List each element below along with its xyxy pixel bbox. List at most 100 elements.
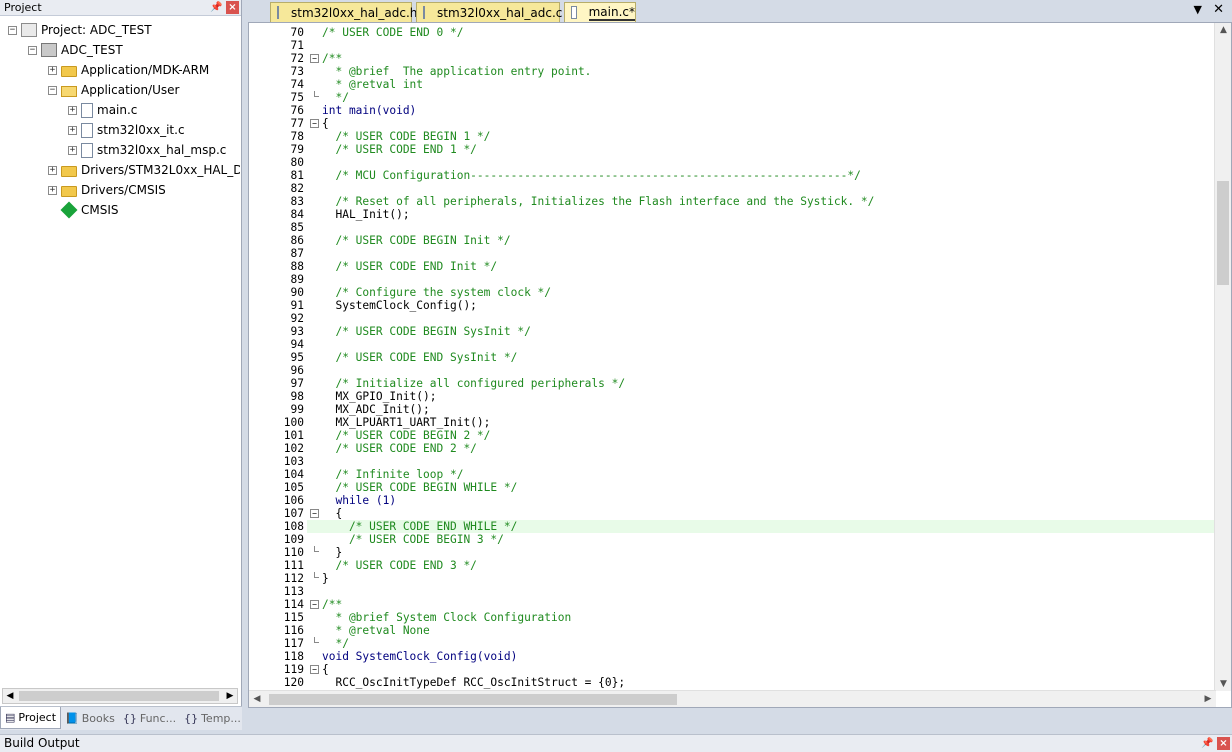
editor-tab[interactable]: main.c* — [564, 2, 636, 22]
scroll-thumb[interactable] — [1217, 181, 1229, 285]
code-line[interactable] — [307, 39, 1214, 52]
collapse-icon[interactable]: − — [48, 85, 57, 95]
scroll-left-icon[interactable]: ◀ — [249, 691, 265, 707]
code-line[interactable] — [307, 247, 1214, 260]
chevron-down-icon[interactable]: ▼ — [1194, 3, 1202, 16]
code-line[interactable]: /* USER CODE END 3 */ — [307, 559, 1214, 572]
code-line[interactable] — [307, 585, 1214, 598]
collapse-icon[interactable]: − — [8, 25, 17, 35]
code-line[interactable]: −/** — [307, 598, 1214, 611]
build-output-bar[interactable]: Build Output 📌 × — [0, 734, 1232, 752]
code-line[interactable]: } — [307, 572, 1214, 585]
code-line[interactable]: −{ — [307, 117, 1214, 130]
code-line[interactable] — [307, 273, 1214, 286]
code-line[interactable]: /* USER CODE END 2 */ — [307, 442, 1214, 455]
code-line[interactable]: −/** — [307, 52, 1214, 65]
code-line[interactable]: * @retval None — [307, 624, 1214, 637]
code-line[interactable] — [307, 156, 1214, 169]
tree-item[interactable]: − ADC_TEST — [28, 40, 123, 60]
code-line[interactable]: − { — [307, 507, 1214, 520]
close-icon[interactable]: × — [1217, 737, 1230, 750]
tree-item[interactable]: − Project: ADC_TEST — [8, 20, 152, 40]
code-line[interactable]: /* USER CODE BEGIN SysInit */ — [307, 325, 1214, 338]
code-line[interactable]: * @brief The application entry point. — [307, 65, 1214, 78]
scroll-up-icon[interactable]: ▲ — [1215, 23, 1231, 37]
code-line[interactable]: /* Reset of all peripherals, Initializes… — [307, 195, 1214, 208]
code-line[interactable]: * @brief System Clock Configuration — [307, 611, 1214, 624]
code-line[interactable]: /* USER CODE BEGIN 3 */ — [307, 533, 1214, 546]
fold-toggle-icon[interactable]: − — [310, 665, 319, 674]
scroll-thumb[interactable] — [19, 691, 219, 701]
scroll-right-icon[interactable]: ▶ — [223, 690, 237, 702]
code-line[interactable]: MX_ADC_Init(); — [307, 403, 1214, 416]
code-line[interactable]: */ — [307, 637, 1214, 650]
tree-item[interactable]: CMSIS — [48, 200, 119, 220]
editor-tab[interactable]: stm32l0xx_hal_adc.c — [416, 2, 562, 22]
close-icon[interactable]: ✕ — [1213, 2, 1224, 17]
code-line[interactable] — [307, 455, 1214, 468]
code-line[interactable]: SystemClock_Config(); — [307, 299, 1214, 312]
collapse-icon[interactable]: − — [28, 45, 37, 55]
expand-icon[interactable]: + — [48, 165, 57, 175]
code-line[interactable]: −{ — [307, 663, 1214, 676]
panel-tab-func[interactable]: {} Func... — [119, 707, 180, 729]
panel-tab-books[interactable]: 📘 Books — [61, 707, 119, 729]
code-line[interactable] — [307, 182, 1214, 195]
code-line[interactable]: /* USER CODE END WHILE */ — [307, 520, 1214, 533]
panel-tab-project[interactable]: ▤ Project — [0, 707, 62, 729]
tree-item[interactable]: − Application/User — [48, 80, 179, 100]
code-line[interactable]: /* USER CODE BEGIN Init */ — [307, 234, 1214, 247]
expand-icon[interactable]: + — [68, 125, 77, 135]
code-line[interactable] — [307, 312, 1214, 325]
scroll-down-icon[interactable]: ▼ — [1215, 677, 1231, 691]
scroll-left-icon[interactable]: ◀ — [3, 690, 17, 702]
fold-toggle-icon[interactable]: − — [310, 54, 319, 63]
expand-icon[interactable]: + — [68, 105, 77, 115]
code-editor[interactable]: 70 71 72 73 74 75 76 77 78 79 80 81 82 83 84 85 86 87 88 89… — [248, 22, 1232, 708]
code-line[interactable]: * @retval int — [307, 78, 1214, 91]
tree-item[interactable]: + main.c — [68, 100, 137, 120]
editor-horizontal-scrollbar[interactable]: ◀ ▶ — [249, 690, 1216, 707]
pin-icon[interactable]: 📌 — [1201, 737, 1213, 750]
fold-toggle-icon[interactable]: − — [310, 119, 319, 128]
code-line[interactable]: RCC_OscInitTypeDef RCC_OscInitStruct = {… — [307, 676, 1214, 689]
code-line[interactable]: */ — [307, 91, 1214, 104]
code-line[interactable]: MX_GPIO_Init(); — [307, 390, 1214, 403]
expand-icon[interactable]: + — [48, 65, 57, 75]
fold-toggle-icon[interactable]: − — [310, 600, 319, 609]
tree-item[interactable]: + Drivers/STM32L0xx_HAL_Driv — [48, 160, 240, 180]
code-line[interactable]: /* USER CODE END 0 */ — [307, 26, 1214, 39]
code-area[interactable]: /* USER CODE END 0 */ −/** * @brief The a… — [307, 23, 1214, 707]
code-line[interactable]: HAL_Init(); — [307, 208, 1214, 221]
tree-item[interactable]: + stm32l0xx_hal_msp.c — [68, 140, 226, 160]
code-line[interactable]: /* Configure the system clock */ — [307, 286, 1214, 299]
code-line[interactable]: /* USER CODE END 1 */ — [307, 143, 1214, 156]
code-line[interactable]: /* USER CODE BEGIN 1 */ — [307, 130, 1214, 143]
code-line[interactable]: /* USER CODE END SysInit */ — [307, 351, 1214, 364]
code-line[interactable]: while (1) — [307, 494, 1214, 507]
code-line[interactable]: /* USER CODE BEGIN WHILE */ — [307, 481, 1214, 494]
code-line[interactable]: MX_LPUART1_UART_Init(); — [307, 416, 1214, 429]
code-line[interactable]: /* MCU Configuration--------------------… — [307, 169, 1214, 182]
code-line[interactable]: /* Infinite loop */ — [307, 468, 1214, 481]
scroll-thumb[interactable] — [269, 694, 677, 705]
code-line[interactable]: void SystemClock_Config(void) — [307, 650, 1214, 663]
editor-vertical-scrollbar[interactable]: ▲ ▼ — [1214, 23, 1231, 691]
pin-icon[interactable]: 📌 — [210, 1, 222, 14]
tree-item[interactable]: + Drivers/CMSIS — [48, 180, 166, 200]
fold-toggle-icon[interactable]: − — [310, 509, 319, 518]
expand-icon[interactable]: + — [68, 145, 77, 155]
tree-item[interactable]: + stm32l0xx_it.c — [68, 120, 185, 140]
code-line[interactable]: int main(void) — [307, 104, 1214, 117]
code-line[interactable]: /* USER CODE BEGIN 2 */ — [307, 429, 1214, 442]
code-line[interactable] — [307, 364, 1214, 377]
code-line[interactable]: /* USER CODE END Init */ — [307, 260, 1214, 273]
close-icon[interactable]: × — [226, 1, 239, 14]
code-line[interactable]: /* Initialize all configured peripherals… — [307, 377, 1214, 390]
panel-tab-temp[interactable]: {} Temp... — [180, 707, 245, 729]
expand-icon[interactable]: + — [48, 185, 57, 195]
tree-item[interactable]: + Application/MDK-ARM — [48, 60, 209, 80]
code-line[interactable] — [307, 338, 1214, 351]
code-line[interactable] — [307, 221, 1214, 234]
tree-horizontal-scrollbar[interactable]: ◀ ▶ — [2, 688, 238, 704]
